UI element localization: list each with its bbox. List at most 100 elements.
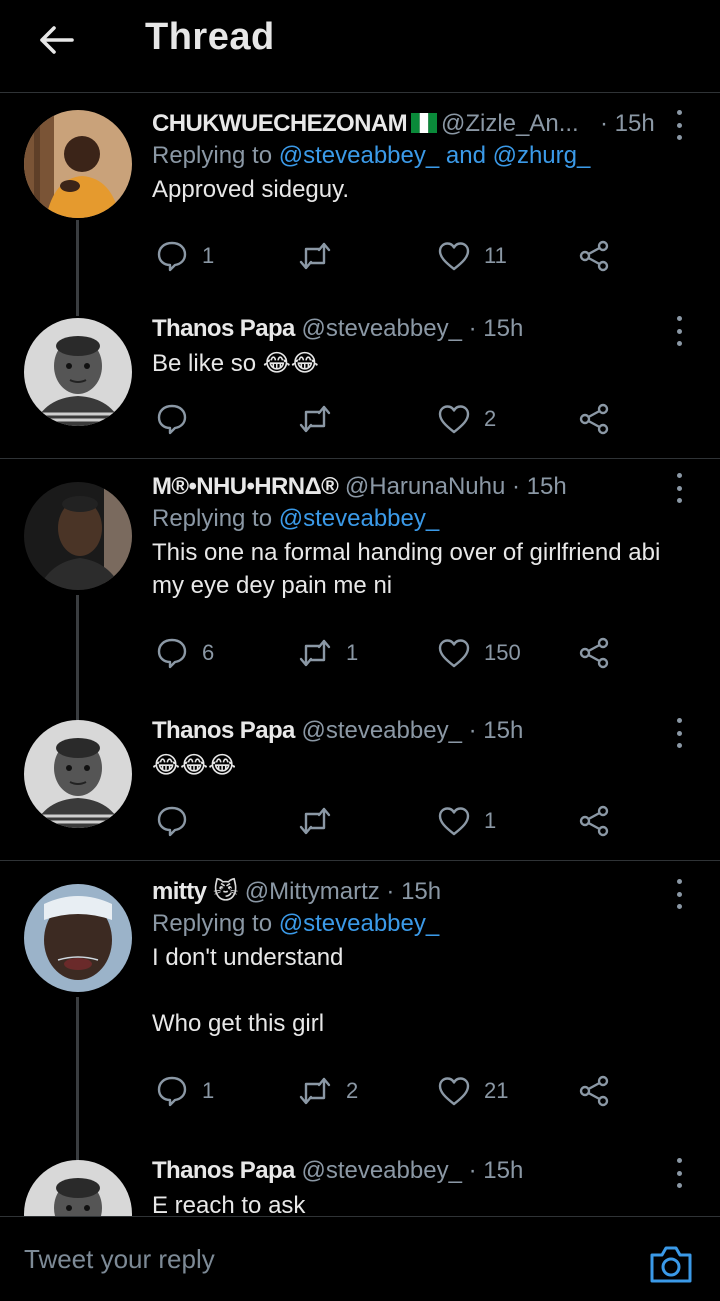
tweet-text: Be like so 😂😂 <box>152 350 319 377</box>
avatar[interactable] <box>24 1160 132 1216</box>
like-button[interactable]: 150 <box>438 633 521 673</box>
like-count: 11 <box>484 243 507 268</box>
reply-button[interactable]: 1 <box>156 236 214 276</box>
share-button[interactable] <box>578 399 610 439</box>
reply-button[interactable] <box>156 399 202 439</box>
like-icon <box>438 807 470 836</box>
tweet-actions: 1 <box>152 801 622 841</box>
more-options-button[interactable] <box>672 718 686 748</box>
tweet-text: This one na formal handing over of girlf… <box>152 539 661 599</box>
tweet[interactable]: Thanos Papa @steveabbey_ · 15h 😂😂😂 1 <box>0 704 720 860</box>
avatar[interactable] <box>24 884 132 992</box>
avatar[interactable] <box>24 110 132 218</box>
more-icon <box>676 110 682 115</box>
replying-to: Replying to @steveabbey_ and @zhurg_ <box>152 139 680 173</box>
tweet[interactable]: M®•NHU•HRNΔ® @HarunaNuhu · 15h Replying … <box>0 459 720 817</box>
display-name[interactable]: mitty <box>152 878 207 905</box>
replying-prefix: Replying to <box>152 505 273 532</box>
like-button[interactable]: 2 <box>438 399 496 439</box>
like-button[interactable]: 21 <box>438 1071 508 1111</box>
share-icon <box>579 240 609 272</box>
retweet-icon <box>299 405 331 433</box>
retweet-count: 1 <box>346 640 359 665</box>
camera-button[interactable] <box>648 1243 694 1285</box>
like-count: 1 <box>484 808 497 833</box>
timestamp: · 15h <box>386 878 442 905</box>
more-options-button[interactable] <box>672 1158 686 1188</box>
tweet[interactable]: CHUKWUECHEZONAM @Zizle_An... Replying to … <box>0 94 720 316</box>
back-button[interactable] <box>30 18 82 62</box>
like-count: 2 <box>484 406 497 431</box>
more-icon <box>676 718 682 723</box>
like-button[interactable]: 11 <box>438 236 507 276</box>
share-button[interactable] <box>578 1071 610 1111</box>
like-count: 150 <box>484 640 521 665</box>
retweet-button[interactable]: 1 <box>298 633 358 673</box>
more-options-button[interactable] <box>672 879 686 909</box>
retweet-button[interactable] <box>298 399 346 439</box>
tweet[interactable]: mitty 😼 @Mittymartz · 15h Replying to @s… <box>0 861 720 1216</box>
tweet[interactable]: Thanos Papa @steveabbey_ · 15h Be like s… <box>0 302 720 458</box>
share-icon <box>579 1075 609 1107</box>
retweet-icon <box>299 639 331 667</box>
retweet-icon <box>299 807 331 835</box>
mention-link[interactable]: @steveabbey_ <box>279 505 439 532</box>
user-handle[interactable]: @steveabbey_ <box>301 717 461 744</box>
mention-link[interactable]: @steveabbey_ <box>279 910 439 937</box>
more-options-button[interactable] <box>672 110 686 140</box>
more-icon <box>676 316 682 321</box>
share-icon <box>579 805 609 837</box>
reply-button[interactable] <box>156 801 202 841</box>
share-icon <box>579 637 609 669</box>
mention-link[interactable]: @steveabbey_ and @zhurg_ <box>279 142 591 169</box>
back-arrow-icon <box>40 26 74 54</box>
tweet-actions: 1 11 <box>152 236 622 276</box>
thread-list[interactable]: CHUKWUECHEZONAM @Zizle_An... Replying to … <box>0 94 720 1216</box>
user-handle[interactable]: @Mittymartz <box>245 878 380 905</box>
reply-count: 1 <box>202 1078 215 1103</box>
timestamp: · 15h <box>600 110 655 137</box>
more-icon <box>676 1158 682 1163</box>
like-button[interactable]: 1 <box>438 801 496 841</box>
display-name[interactable]: M®•NHU•HRNΔ® <box>152 473 339 500</box>
nigeria-flag-icon <box>410 113 437 133</box>
user-handle[interactable]: @HarunaNuhu <box>345 473 505 500</box>
display-name[interactable]: CHUKWUECHEZONAM <box>152 110 408 137</box>
avatar[interactable] <box>24 318 132 426</box>
reply-button[interactable]: 6 <box>156 633 214 673</box>
like-icon <box>438 639 470 668</box>
retweet-button[interactable] <box>298 801 346 841</box>
timestamp: · 15h <box>468 717 524 744</box>
display-name[interactable]: Thanos Papa <box>152 1157 295 1184</box>
replying-prefix: Replying to <box>152 910 273 937</box>
name-emoji: 😼 <box>213 878 239 905</box>
retweet-button[interactable] <box>298 236 346 276</box>
user-handle[interactable]: @steveabbey_ <box>301 315 461 342</box>
share-button[interactable] <box>578 236 610 276</box>
share-icon <box>579 403 609 435</box>
tweet[interactable]: Thanos Papa @steveabbey_ · 15h E reach t… <box>0 1148 720 1216</box>
share-button[interactable] <box>578 801 610 841</box>
top-bar: Thread <box>0 0 720 93</box>
avatar[interactable] <box>24 720 132 828</box>
reply-input[interactable] <box>24 1239 584 1279</box>
reply-icon <box>157 806 187 837</box>
display-name[interactable]: Thanos Papa <box>152 315 295 342</box>
retweet-icon <box>299 1077 331 1105</box>
display-name[interactable]: Thanos Papa <box>152 717 295 744</box>
reply-count: 1 <box>202 243 215 268</box>
user-handle[interactable]: @steveabbey_ <box>301 1157 461 1184</box>
share-button[interactable] <box>578 633 610 673</box>
tweet-text: Approved sideguy. <box>152 176 350 203</box>
more-options-button[interactable] <box>672 316 686 346</box>
camera-icon <box>650 1246 692 1283</box>
tweet-actions: 1 2 21 <box>152 1071 622 1111</box>
like-icon <box>438 405 470 434</box>
user-handle[interactable]: @Zizle_An... <box>441 110 579 137</box>
more-icon <box>676 473 682 478</box>
retweet-button[interactable]: 2 <box>298 1071 358 1111</box>
avatar[interactable] <box>24 482 132 590</box>
more-options-button[interactable] <box>672 473 686 503</box>
reply-button[interactable]: 1 <box>156 1071 214 1111</box>
retweet-icon <box>299 242 331 270</box>
